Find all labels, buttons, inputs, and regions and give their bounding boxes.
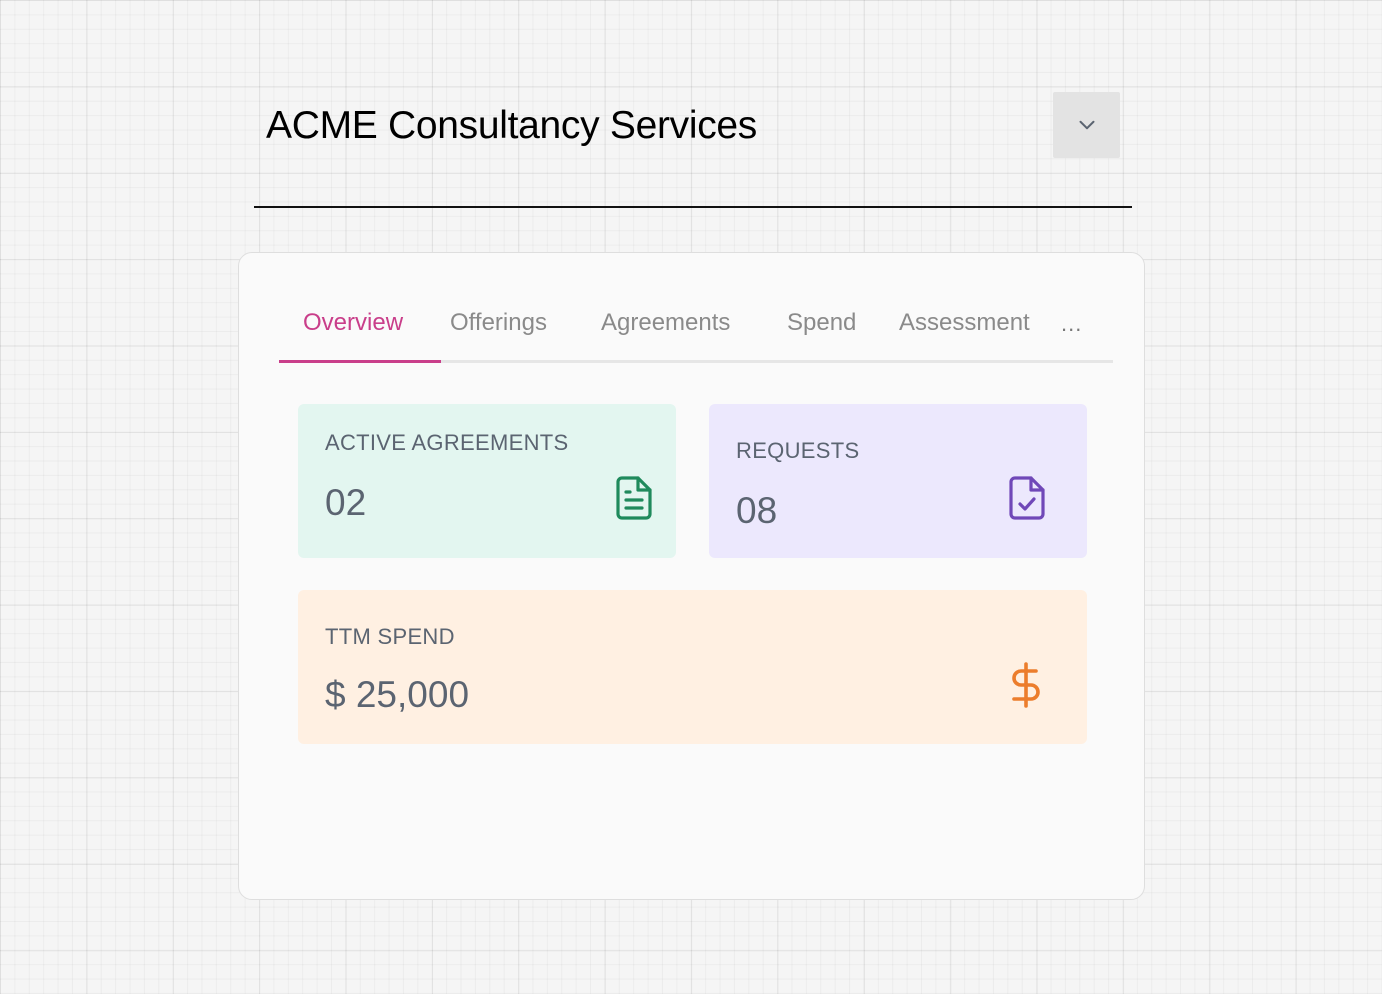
tab-offerings[interactable]: Offerings — [450, 309, 547, 337]
card-label: REQUESTS — [736, 438, 860, 463]
requests-card[interactable]: REQUESTS 08 — [709, 404, 1087, 558]
document-icon — [616, 476, 652, 520]
active-agreements-card[interactable]: ACTIVE AGREEMENTS 02 — [298, 404, 676, 558]
tab-spend[interactable]: Spend — [787, 309, 856, 337]
card-value: 02 — [325, 482, 367, 523]
tab-assessment[interactable]: Assessment — [899, 309, 1030, 337]
card-label: TTM SPEND — [325, 624, 455, 649]
more-tabs-button[interactable]: ... — [1061, 311, 1082, 337]
page-title: ACME Consultancy Services — [266, 104, 758, 147]
active-tab-indicator — [279, 360, 441, 363]
document-check-icon — [1009, 476, 1045, 520]
chevron-down-icon — [1079, 120, 1094, 130]
card-value: $ 25,000 — [325, 674, 470, 715]
tab-bar: Overview Offerings Agreements Spend Asse… — [279, 305, 1113, 363]
ttm-spend-card[interactable]: TTM SPEND $ 25,000 — [298, 590, 1087, 744]
tab-overview[interactable]: Overview — [303, 309, 403, 337]
card-label: ACTIVE AGREEMENTS — [325, 430, 569, 455]
tab-agreements[interactable]: Agreements — [601, 309, 730, 337]
dropdown-button[interactable] — [1053, 92, 1120, 158]
card-value: 08 — [736, 490, 778, 531]
page-header: ACME Consultancy Services — [254, 90, 1132, 208]
dollar-icon — [1012, 662, 1040, 708]
overview-panel: Overview Offerings Agreements Spend Asse… — [238, 252, 1145, 900]
